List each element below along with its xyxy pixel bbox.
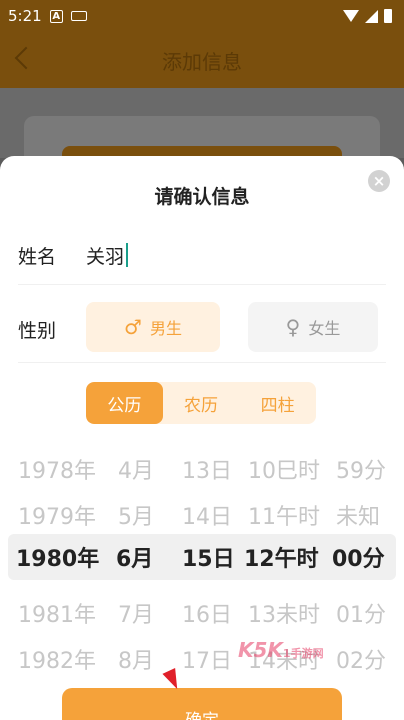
male-icon: ♂ — [124, 315, 142, 339]
watermark-sub: 1手游网 — [282, 647, 324, 660]
picker-row[interactable]: 1982年 8月 17日 14未时 02分 — [0, 636, 404, 682]
status-right — [343, 9, 392, 23]
watermark-logo: K5K1手游网 — [238, 638, 324, 662]
picker-minute: 02分 — [336, 649, 386, 674]
picker-minute: 00分 — [332, 547, 385, 572]
datetime-picker[interactable]: 1978年 4月 13日 10巳时 59分 1979年 5月 14日 11午时 … — [0, 446, 404, 674]
picker-hour: 10巳时 — [248, 459, 320, 484]
picker-day: 13日 — [182, 459, 232, 484]
picker-month: 5月 — [118, 505, 154, 530]
status-left: 5:21 A — [8, 7, 87, 25]
tab-solar-calendar[interactable]: 公历 — [86, 382, 163, 424]
confirm-info-sheet: 请确认信息 × 姓名 关羽 性别 ♂ 男生 ♀ 女生 公历 农历 四柱 1978… — [0, 156, 404, 720]
picker-row[interactable]: 1981年 7月 16日 13未时 01分 — [0, 590, 404, 636]
picker-hour: 13未时 — [248, 603, 320, 628]
battery-icon — [384, 9, 392, 23]
picker-year: 1978年 — [18, 459, 96, 484]
watermark-main: K5K — [238, 638, 283, 662]
back-arrow-icon[interactable] — [14, 46, 38, 70]
picker-row[interactable]: 1978年 4月 13日 10巳时 59分 — [0, 446, 404, 492]
picker-month: 4月 — [118, 459, 154, 484]
picker-minute: 未知 — [336, 505, 381, 530]
picker-minute: 01分 — [336, 603, 386, 628]
app-header: 添加信息 — [0, 32, 404, 88]
status-bar: 5:21 A — [0, 0, 404, 32]
name-value: 关羽 — [86, 246, 125, 268]
picker-month: 6月 — [116, 547, 154, 572]
picker-hour: 12午时 — [244, 547, 319, 572]
gender-female-label: 女生 — [308, 319, 341, 338]
picker-year: 1979年 — [18, 505, 96, 530]
calendar-type-tabs: 公历 农历 四柱 — [86, 382, 316, 424]
picker-minute: 59分 — [336, 459, 386, 484]
picker-year: 1982年 — [18, 649, 96, 674]
tab-lunar-calendar[interactable]: 农历 — [163, 382, 240, 424]
divider — [18, 362, 386, 363]
divider — [18, 284, 386, 285]
gender-male-button[interactable]: ♂ 男生 — [86, 302, 220, 352]
status-time: 5:21 — [8, 7, 42, 25]
picker-year: 1980年 — [16, 547, 100, 572]
picker-day: 17日 — [182, 649, 232, 674]
dimmed-background — [0, 88, 404, 176]
text-caret — [126, 243, 129, 267]
gender-male-label: 男生 — [149, 319, 182, 338]
tab-four-pillars[interactable]: 四柱 — [239, 382, 316, 424]
gender-female-button[interactable]: ♀ 女生 — [248, 302, 378, 352]
picker-year: 1981年 — [18, 603, 96, 628]
wifi-icon — [343, 10, 359, 22]
picker-month: 8月 — [118, 649, 154, 674]
signal-icon — [365, 9, 378, 23]
gender-label: 性别 — [18, 320, 57, 342]
a-notification-icon: A — [49, 9, 63, 23]
picker-day: 16日 — [182, 603, 232, 628]
name-label: 姓名 — [18, 246, 57, 268]
female-icon: ♀ — [285, 315, 301, 339]
keyboard-icon — [70, 11, 87, 21]
close-icon[interactable]: × — [368, 170, 390, 192]
name-field[interactable]: 关羽 — [86, 242, 129, 269]
picker-day: 14日 — [182, 505, 232, 530]
picker-day: 15日 — [182, 547, 235, 572]
picker-month: 7月 — [118, 603, 154, 628]
sheet-title: 请确认信息 — [154, 186, 250, 208]
page-title: 添加信息 — [162, 49, 242, 74]
picker-hour: 11午时 — [248, 505, 320, 530]
picker-row[interactable]: 1979年 5月 14日 11午时 未知 — [0, 492, 404, 538]
confirm-button[interactable]: 确定 — [62, 688, 342, 720]
picker-row-selected[interactable]: 1980年 6月 15日 12午时 00分 — [8, 534, 396, 580]
